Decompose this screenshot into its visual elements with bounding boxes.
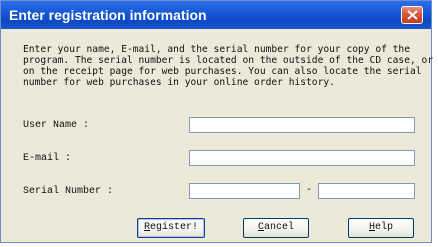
close-icon: [407, 10, 418, 20]
dialog-title: Enter registration information: [9, 7, 207, 23]
user-name-input[interactable]: [189, 117, 415, 133]
email-input[interactable]: [189, 150, 415, 166]
serial-number-label: Serial Number :: [23, 186, 114, 197]
help-label: elp: [375, 222, 394, 233]
serial-separator: -: [306, 185, 313, 196]
help-button[interactable]: Help: [348, 218, 414, 238]
instructions-text: Enter your name, E-mail, and the serial …: [23, 44, 434, 88]
cancel-label: ancel: [264, 222, 295, 233]
serial-number-part1-input[interactable]: [189, 183, 300, 199]
close-button[interactable]: [401, 6, 423, 24]
user-name-label: User Name :: [23, 120, 90, 131]
title-bar[interactable]: Enter registration information: [1, 1, 431, 29]
serial-number-part2-input[interactable]: [318, 183, 415, 199]
register-label: egister!: [150, 222, 199, 233]
email-label: E-mail :: [23, 153, 72, 164]
register-button[interactable]: Register!: [137, 218, 205, 238]
dialog-body: Enter your name, E-mail, and the serial …: [5, 29, 434, 239]
cancel-button[interactable]: Cancel: [243, 218, 309, 238]
registration-dialog: Enter registration information Enter you…: [0, 0, 434, 243]
